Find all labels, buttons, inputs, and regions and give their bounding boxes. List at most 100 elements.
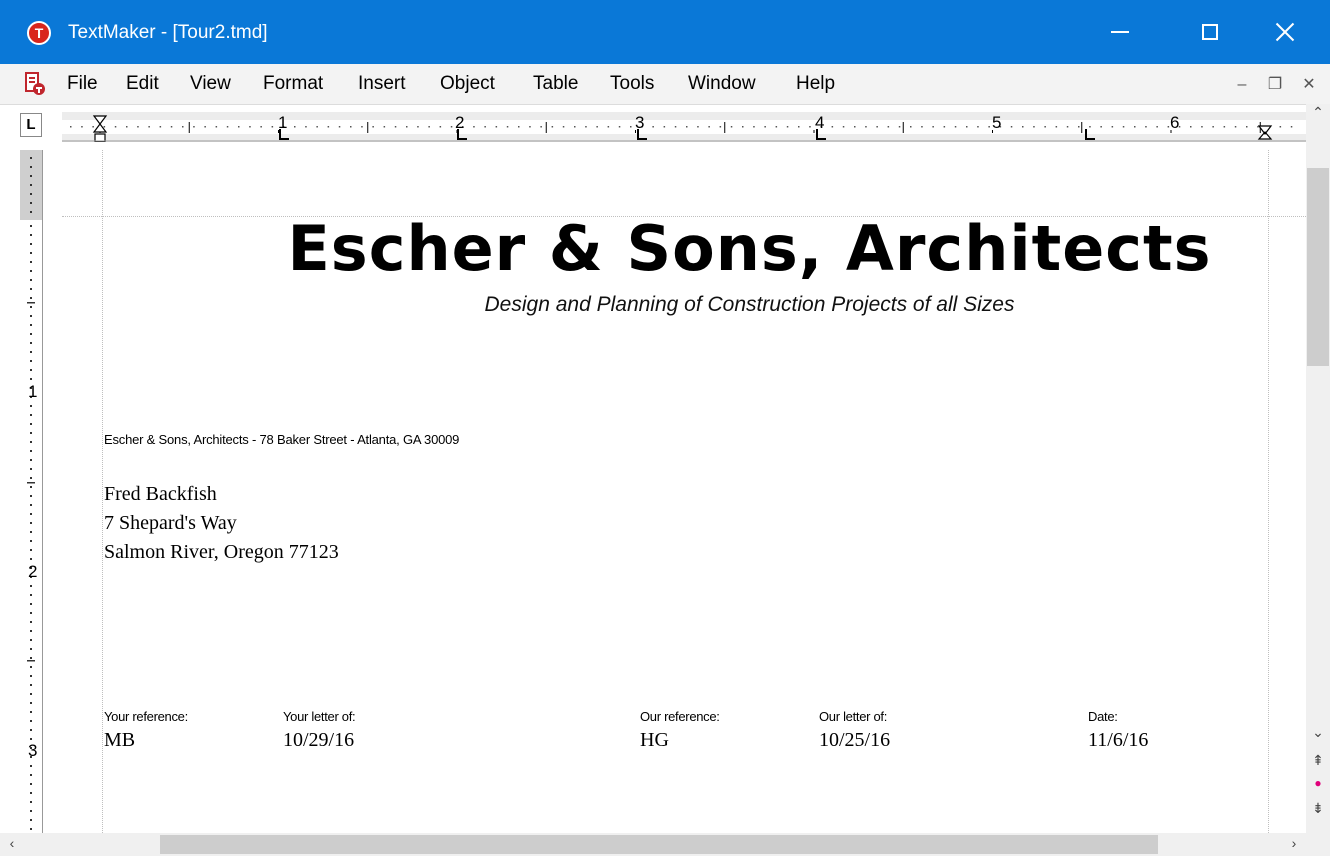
menu-file[interactable]: File (67, 72, 98, 96)
ruler-tick (30, 459, 32, 461)
ruler-number: 2 (455, 113, 465, 132)
menu-window[interactable]: Window (688, 72, 756, 96)
your-letter-of-label[interactable]: Your letter of: (283, 709, 356, 724)
your-reference-label[interactable]: Your reference: (104, 709, 188, 724)
ruler-tick (506, 126, 509, 128)
ruler-tick (30, 405, 32, 407)
document-canvas[interactable]: Escher & Sons, Architects Design and Pla… (62, 150, 1306, 833)
ruler-tick (327, 126, 330, 128)
browse-object-icon[interactable]: ● (1306, 776, 1330, 790)
ruler-tick (30, 157, 32, 159)
ruler-tick (30, 225, 32, 227)
document-minimize-button[interactable]: – (1230, 73, 1254, 97)
close-icon (1275, 22, 1295, 42)
menu-format[interactable]: Format (263, 72, 323, 96)
scroll-up-icon[interactable]: ⌃ (1306, 104, 1330, 121)
ruler-tick (30, 202, 32, 204)
ruler-tick (27, 302, 35, 304)
ruler-tick (730, 126, 733, 128)
date-label[interactable]: Date: (1088, 709, 1118, 724)
ruler-tick (70, 126, 72, 128)
document-close-button[interactable]: ✕ (1297, 73, 1321, 97)
document-restore-button[interactable]: ❐ (1263, 73, 1287, 97)
ruler-tick (1089, 126, 1091, 128)
your-letter-of-value[interactable]: 10/29/16 (283, 728, 354, 752)
ruler-tick (1122, 126, 1125, 128)
ruler-tick (1010, 126, 1013, 128)
ruler-number: 6 (1170, 113, 1180, 132)
ruler-tick (30, 603, 32, 605)
ruler-number: 4 (815, 113, 825, 132)
ruler-tick (854, 126, 856, 128)
ruler-tick (809, 126, 811, 128)
ruler-number: 3 (28, 741, 38, 760)
ruler-tick (887, 126, 890, 128)
textmaker-logo-icon[interactable]: T (27, 21, 51, 45)
tab-type-selector[interactable]: L (20, 113, 42, 137)
ruler-tick (30, 342, 32, 344)
menu-object[interactable]: Object (440, 72, 495, 96)
date-value[interactable]: 11/6/16 (1088, 728, 1148, 752)
menu-insert[interactable]: Insert (358, 72, 406, 96)
ruler-number: 5 (992, 113, 1002, 132)
previous-page-icon[interactable]: ⇞ (1306, 752, 1330, 769)
vertical-scroll-thumb[interactable] (1307, 168, 1329, 366)
horizontal-scroll-thumb[interactable] (160, 835, 1158, 854)
scrollbar-corner (1306, 833, 1330, 856)
ruler-tick (596, 126, 598, 128)
close-button[interactable] (1240, 0, 1330, 64)
your-reference-value[interactable]: MB (104, 728, 135, 752)
our-reference-label[interactable]: Our reference: (640, 709, 720, 724)
horizontal-ruler[interactable] (62, 112, 1308, 142)
ruler-tick (361, 126, 363, 128)
menu-view[interactable]: View (190, 72, 231, 96)
ruler-tick (921, 126, 923, 128)
ruler-tick (92, 126, 94, 128)
scroll-left-icon[interactable]: ‹ (0, 835, 24, 851)
ruler-tick (30, 360, 32, 362)
next-page-icon[interactable]: ⇟ (1306, 800, 1330, 817)
document-system-menu-icon[interactable] (24, 72, 46, 96)
ruler-tick (30, 378, 32, 380)
ruler-tick (30, 315, 32, 317)
ruler-tick (876, 126, 878, 128)
ruler-tick (775, 126, 778, 128)
menu-tools[interactable]: Tools (610, 72, 654, 96)
recipient-city[interactable]: Salmon River, Oregon 77123 (104, 538, 339, 566)
menu-table[interactable]: Table (533, 72, 578, 96)
ruler-tick (30, 333, 32, 335)
ruler-tick (742, 126, 744, 128)
ruler-tick (226, 126, 229, 128)
recipient-name[interactable]: Fred Backfish (104, 480, 217, 508)
ruler-tick (30, 468, 32, 470)
our-reference-value[interactable]: HG (640, 728, 669, 752)
company-tagline[interactable]: Design and Planning of Construction Proj… (62, 292, 1306, 318)
ruler-tick (30, 369, 32, 371)
our-letter-of-value[interactable]: 10/25/16 (819, 728, 890, 752)
ruler-tick (1212, 126, 1214, 128)
ruler-tick (1022, 126, 1024, 128)
company-name-heading[interactable]: Escher & Sons, Architects (62, 213, 1306, 285)
ruler-tick (238, 126, 240, 128)
ruler-tick (417, 126, 419, 128)
sender-address-line[interactable]: Escher & Sons, Architects - 78 Baker Str… (104, 432, 459, 447)
scroll-down-icon[interactable]: ⌄ (1306, 724, 1330, 741)
ruler-tick (30, 504, 32, 506)
minimize-button[interactable] (1075, 0, 1165, 64)
ruler-tick (898, 126, 901, 128)
ruler-tick (1066, 126, 1069, 128)
menu-edit[interactable]: Edit (126, 72, 159, 96)
menu-help[interactable]: Help (796, 72, 835, 96)
ruler-tick (798, 126, 800, 128)
ruler-tick (1033, 126, 1035, 128)
scroll-right-icon[interactable]: › (1282, 835, 1306, 851)
ruler-tick (1190, 126, 1192, 128)
ruler-tick (30, 729, 32, 731)
ruler-tick (1201, 126, 1203, 128)
our-letter-of-label[interactable]: Our letter of: (819, 709, 887, 724)
ruler-tick (406, 126, 408, 128)
recipient-street[interactable]: 7 Shepard's Way (104, 509, 237, 537)
ruler-tick (350, 126, 352, 128)
ruler-tick (753, 126, 755, 128)
ruler-tick (30, 513, 32, 515)
